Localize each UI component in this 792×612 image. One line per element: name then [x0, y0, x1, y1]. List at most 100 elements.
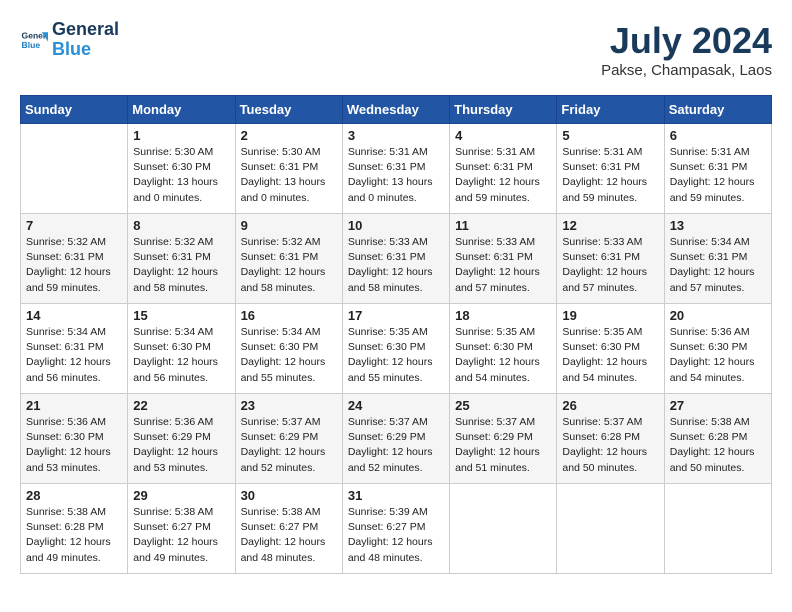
- calendar-cell: 5 Sunrise: 5:31 AM Sunset: 6:31 PM Daylig…: [557, 124, 664, 214]
- day-number: 6: [670, 128, 766, 143]
- calendar-cell: 24Sunrise: 5:37 AM Sunset: 6:29 PM Dayli…: [342, 394, 449, 484]
- day-number: 12: [562, 218, 658, 233]
- month-title: July 2024: [601, 20, 772, 62]
- day-info: Sunrise: 5:31 AM Sunset: 6:31 PM Dayligh…: [455, 145, 551, 206]
- day-number: 2: [241, 128, 337, 143]
- day-number: 26: [562, 398, 658, 413]
- day-number: 1: [133, 128, 229, 143]
- calendar-cell: 13 Sunrise: 5:34 AM Sunset: 6:31 PM Dayli…: [664, 214, 771, 304]
- day-number: 31: [348, 488, 444, 503]
- calendar-cell: 3 Sunrise: 5:31 AM Sunset: 6:31 PM Daylig…: [342, 124, 449, 214]
- calendar-body: 1 Sunrise: 5:30 AM Sunset: 6:30 PM Daylig…: [21, 124, 772, 574]
- calendar-week-row: 28Sunrise: 5:38 AM Sunset: 6:28 PM Dayli…: [21, 484, 772, 574]
- day-info: Sunrise: 5:34 AM Sunset: 6:30 PM Dayligh…: [241, 325, 337, 386]
- svg-text:Blue: Blue: [22, 40, 41, 50]
- day-info: Sunrise: 5:31 AM Sunset: 6:31 PM Dayligh…: [348, 145, 444, 206]
- day-info: Sunrise: 5:30 AM Sunset: 6:30 PM Dayligh…: [133, 145, 229, 206]
- calendar-cell: [557, 484, 664, 574]
- day-info: Sunrise: 5:36 AM Sunset: 6:29 PM Dayligh…: [133, 415, 229, 476]
- calendar-cell: 27 Sunrise: 5:38 AM Sunset: 6:28 PM Dayli…: [664, 394, 771, 484]
- day-number: 4: [455, 128, 551, 143]
- page-header: General Blue General Blue July 2024 Paks…: [20, 20, 772, 79]
- day-info: Sunrise: 5:34 AM Sunset: 6:31 PM Dayligh…: [26, 325, 122, 386]
- calendar-cell: 6 Sunrise: 5:31 AM Sunset: 6:31 PM Daylig…: [664, 124, 771, 214]
- calendar-cell: 10 Sunrise: 5:33 AM Sunset: 6:31 PM Dayli…: [342, 214, 449, 304]
- day-number: 13: [670, 218, 766, 233]
- calendar-table: SundayMondayTuesdayWednesdayThursdayFrid…: [20, 95, 772, 574]
- day-info: Sunrise: 5:37 AM Sunset: 6:28 PM Dayligh…: [562, 415, 658, 476]
- day-info: Sunrise: 5:32 AM Sunset: 6:31 PM Dayligh…: [241, 235, 337, 296]
- day-number: 11: [455, 218, 551, 233]
- weekday-header: Friday: [557, 96, 664, 124]
- day-number: 25: [455, 398, 551, 413]
- day-info: Sunrise: 5:31 AM Sunset: 6:31 PM Dayligh…: [562, 145, 658, 206]
- calendar-cell: 16 Sunrise: 5:34 AM Sunset: 6:30 PM Dayli…: [235, 304, 342, 394]
- day-info: Sunrise: 5:31 AM Sunset: 6:31 PM Dayligh…: [670, 145, 766, 206]
- day-info: Sunrise: 5:32 AM Sunset: 6:31 PM Dayligh…: [133, 235, 229, 296]
- weekday-header: Wednesday: [342, 96, 449, 124]
- weekday-row: SundayMondayTuesdayWednesdayThursdayFrid…: [21, 96, 772, 124]
- calendar-cell: 12 Sunrise: 5:33 AM Sunset: 6:31 PM Dayli…: [557, 214, 664, 304]
- calendar-cell: [450, 484, 557, 574]
- day-number: 29: [133, 488, 229, 503]
- day-info: Sunrise: 5:33 AM Sunset: 6:31 PM Dayligh…: [562, 235, 658, 296]
- day-info: Sunrise: 5:35 AM Sunset: 6:30 PM Dayligh…: [455, 325, 551, 386]
- calendar-cell: 17 Sunrise: 5:35 AM Sunset: 6:30 PM Dayli…: [342, 304, 449, 394]
- calendar-cell: [21, 124, 128, 214]
- logo: General Blue General Blue: [20, 20, 119, 60]
- day-number: 20: [670, 308, 766, 323]
- day-info: Sunrise: 5:34 AM Sunset: 6:31 PM Dayligh…: [670, 235, 766, 296]
- calendar-cell: 8Sunrise: 5:32 AM Sunset: 6:31 PM Daylig…: [128, 214, 235, 304]
- day-info: Sunrise: 5:38 AM Sunset: 6:27 PM Dayligh…: [241, 505, 337, 566]
- day-info: Sunrise: 5:35 AM Sunset: 6:30 PM Dayligh…: [348, 325, 444, 386]
- calendar-header: SundayMondayTuesdayWednesdayThursdayFrid…: [21, 96, 772, 124]
- calendar-cell: 31 Sunrise: 5:39 AM Sunset: 6:27 PM Dayli…: [342, 484, 449, 574]
- calendar-cell: 11 Sunrise: 5:33 AM Sunset: 6:31 PM Dayli…: [450, 214, 557, 304]
- calendar-week-row: 1 Sunrise: 5:30 AM Sunset: 6:30 PM Daylig…: [21, 124, 772, 214]
- calendar-week-row: 7 Sunrise: 5:32 AM Sunset: 6:31 PM Daylig…: [21, 214, 772, 304]
- logo-icon: General Blue: [20, 26, 48, 54]
- logo-text: General Blue: [52, 20, 119, 60]
- day-number: 3: [348, 128, 444, 143]
- calendar-cell: 7 Sunrise: 5:32 AM Sunset: 6:31 PM Daylig…: [21, 214, 128, 304]
- day-info: Sunrise: 5:33 AM Sunset: 6:31 PM Dayligh…: [348, 235, 444, 296]
- day-number: 16: [241, 308, 337, 323]
- day-info: Sunrise: 5:34 AM Sunset: 6:30 PM Dayligh…: [133, 325, 229, 386]
- day-info: Sunrise: 5:32 AM Sunset: 6:31 PM Dayligh…: [26, 235, 122, 296]
- day-info: Sunrise: 5:39 AM Sunset: 6:27 PM Dayligh…: [348, 505, 444, 566]
- day-number: 30: [241, 488, 337, 503]
- calendar-week-row: 21Sunrise: 5:36 AM Sunset: 6:30 PM Dayli…: [21, 394, 772, 484]
- day-info: Sunrise: 5:30 AM Sunset: 6:31 PM Dayligh…: [241, 145, 337, 206]
- weekday-header: Monday: [128, 96, 235, 124]
- calendar-cell: [664, 484, 771, 574]
- day-info: Sunrise: 5:37 AM Sunset: 6:29 PM Dayligh…: [455, 415, 551, 476]
- day-info: Sunrise: 5:36 AM Sunset: 6:30 PM Dayligh…: [26, 415, 122, 476]
- day-info: Sunrise: 5:38 AM Sunset: 6:28 PM Dayligh…: [670, 415, 766, 476]
- calendar-cell: 28Sunrise: 5:38 AM Sunset: 6:28 PM Dayli…: [21, 484, 128, 574]
- day-number: 5: [562, 128, 658, 143]
- day-info: Sunrise: 5:38 AM Sunset: 6:28 PM Dayligh…: [26, 505, 122, 566]
- day-number: 7: [26, 218, 122, 233]
- title-block: July 2024 Pakse, Champasak, Laos: [601, 20, 772, 79]
- location: Pakse, Champasak, Laos: [601, 62, 772, 79]
- day-number: 15: [133, 308, 229, 323]
- day-info: Sunrise: 5:36 AM Sunset: 6:30 PM Dayligh…: [670, 325, 766, 386]
- weekday-header: Sunday: [21, 96, 128, 124]
- day-number: 17: [348, 308, 444, 323]
- day-info: Sunrise: 5:38 AM Sunset: 6:27 PM Dayligh…: [133, 505, 229, 566]
- calendar-cell: 26 Sunrise: 5:37 AM Sunset: 6:28 PM Dayli…: [557, 394, 664, 484]
- day-info: Sunrise: 5:37 AM Sunset: 6:29 PM Dayligh…: [241, 415, 337, 476]
- calendar-cell: 19 Sunrise: 5:35 AM Sunset: 6:30 PM Dayli…: [557, 304, 664, 394]
- calendar-cell: 2 Sunrise: 5:30 AM Sunset: 6:31 PM Daylig…: [235, 124, 342, 214]
- day-info: Sunrise: 5:33 AM Sunset: 6:31 PM Dayligh…: [455, 235, 551, 296]
- day-number: 23: [241, 398, 337, 413]
- calendar-week-row: 14Sunrise: 5:34 AM Sunset: 6:31 PM Dayli…: [21, 304, 772, 394]
- day-number: 10: [348, 218, 444, 233]
- day-number: 19: [562, 308, 658, 323]
- calendar-cell: 29 Sunrise: 5:38 AM Sunset: 6:27 PM Dayli…: [128, 484, 235, 574]
- day-number: 27: [670, 398, 766, 413]
- calendar-cell: 4 Sunrise: 5:31 AM Sunset: 6:31 PM Daylig…: [450, 124, 557, 214]
- day-info: Sunrise: 5:35 AM Sunset: 6:30 PM Dayligh…: [562, 325, 658, 386]
- day-number: 22: [133, 398, 229, 413]
- calendar-cell: 20 Sunrise: 5:36 AM Sunset: 6:30 PM Dayli…: [664, 304, 771, 394]
